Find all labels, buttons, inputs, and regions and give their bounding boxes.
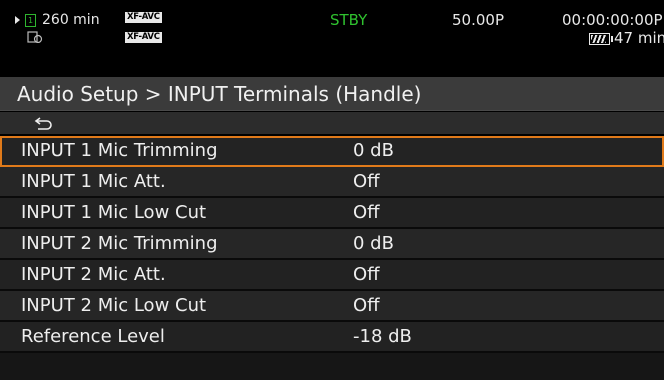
menu-item-value: Off [353, 171, 380, 192]
menu-item-reference-level[interactable]: Reference Level -18 dB [0, 322, 664, 353]
battery-indicator: 47 min [589, 30, 664, 46]
codec-badge: XF-AVC [125, 12, 162, 23]
codec-badge-secondary: XF-AVC [125, 32, 162, 43]
menu-item-label: INPUT 2 Mic Trimming [21, 233, 218, 254]
frame-rate: 50.00P [452, 11, 504, 29]
battery-time: 47 min [614, 29, 664, 47]
remaining-time-indicator: 1 260 min [15, 12, 100, 28]
menu-item-label: Reference Level [21, 326, 165, 347]
menu-item-input2-mic-low-cut[interactable]: INPUT 2 Mic Low Cut Off [0, 291, 664, 322]
timecode-suffix: P [653, 11, 663, 29]
menu-item-value: Off [353, 295, 380, 316]
menu-footer [0, 353, 664, 380]
record-mode-status: STBY [330, 11, 368, 29]
play-icon [15, 16, 20, 24]
menu-breadcrumb: Audio Setup > INPUT Terminals (Handle) [17, 82, 422, 106]
menu-item-input1-mic-att[interactable]: INPUT 1 Mic Att. Off [0, 167, 664, 198]
timecode: 00:00:00:00P [562, 12, 663, 28]
menu-item-value: Off [353, 264, 380, 285]
menu-item-value: -18 dB [353, 326, 412, 347]
menu-item-value: 0 dB [353, 233, 394, 254]
menu-item-input1-mic-low-cut[interactable]: INPUT 1 Mic Low Cut Off [0, 198, 664, 229]
menu-item-input1-mic-trimming[interactable]: INPUT 1 Mic Trimming 0 dB [0, 136, 664, 167]
menu-list: INPUT 1 Mic Trimming 0 dB INPUT 1 Mic At… [0, 136, 664, 353]
menu-item-input2-mic-trimming[interactable]: INPUT 2 Mic Trimming 0 dB [0, 229, 664, 260]
timecode-value: 00:00:00:00 [562, 11, 654, 29]
menu-item-input2-mic-att[interactable]: INPUT 2 Mic Att. Off [0, 260, 664, 291]
menu-item-value: Off [353, 202, 380, 223]
status-bar: 1 260 min XF-AVC XF-AVC STBY 50.00P 00:00… [0, 0, 664, 74]
card-slot-icon: 1 [25, 13, 36, 27]
back-button[interactable] [0, 112, 664, 134]
back-return-icon [34, 117, 52, 130]
remaining-time: 260 min [42, 12, 100, 28]
battery-icon [589, 32, 613, 45]
menu-title-bar: Audio Setup > INPUT Terminals (Handle) [0, 77, 664, 111]
menu-item-label: INPUT 2 Mic Att. [21, 264, 166, 285]
menu-item-label: INPUT 1 Mic Low Cut [21, 202, 207, 223]
menu-item-label: INPUT 1 Mic Trimming [21, 140, 218, 161]
menu-item-value: 0 dB [353, 140, 394, 161]
secondary-slot-icon [27, 31, 43, 43]
menu-item-label: INPUT 2 Mic Low Cut [21, 295, 207, 316]
menu-item-label: INPUT 1 Mic Att. [21, 171, 166, 192]
